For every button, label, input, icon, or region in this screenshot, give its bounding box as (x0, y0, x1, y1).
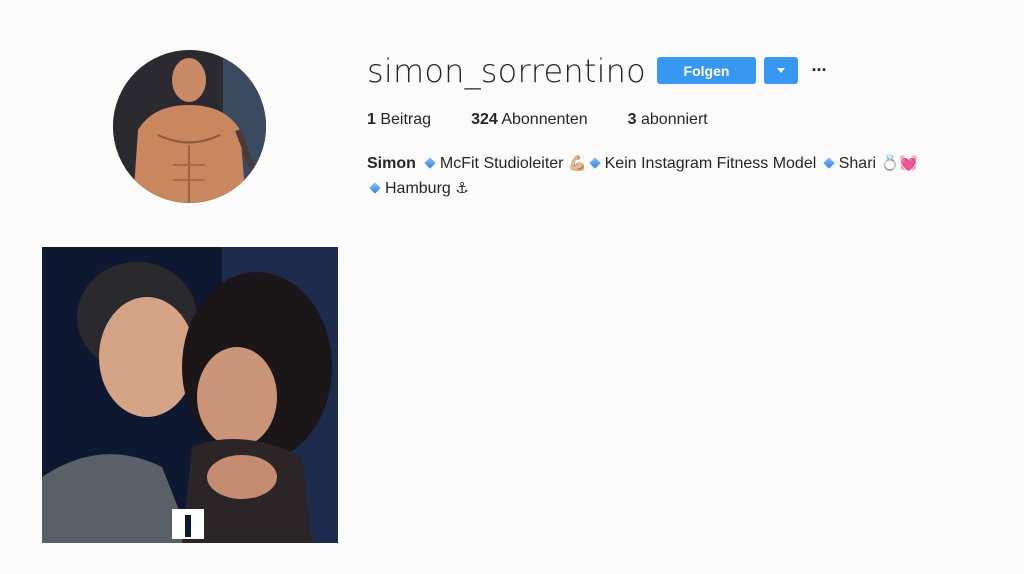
profile-stats: 1 Beitrag 324 Abonnenten 3 abonniert (367, 110, 748, 130)
bio-line-1: Simon McFit Studioleiter 💪🏼 Kein Instagram… (367, 151, 997, 176)
follow-button[interactable]: Folgen (657, 57, 756, 84)
flexed-biceps-icon: 💪🏼 (567, 154, 587, 172)
small-blue-diamond-icon (424, 157, 436, 169)
post-thumbnail[interactable] (42, 247, 338, 543)
bio-location: Hamburg (385, 180, 451, 197)
followers-count-value: 324 (471, 111, 498, 128)
small-blue-diamond-icon (823, 157, 835, 169)
profile-username: simon_sorrentino (367, 52, 646, 90)
more-options-button[interactable]: ··· (809, 58, 829, 82)
bio-text: Shari (838, 155, 877, 172)
small-blue-diamond-icon (369, 182, 381, 194)
posts-count: 1 Beitrag (367, 110, 431, 130)
posts-count-label: Beitrag (380, 111, 432, 128)
followers-link[interactable]: 324 Abonnenten (471, 110, 588, 130)
post-photo (42, 247, 338, 543)
following-count-value: 3 (627, 111, 637, 128)
avatar-photo (113, 50, 266, 203)
profile-bio: Simon McFit Studioleiter 💪🏼 Kein Instagram… (367, 151, 997, 201)
profile-avatar (113, 50, 266, 203)
bio-text: McFit Studioleiter (439, 155, 564, 172)
bio-text: Kein Instagram Fitness Model (604, 155, 817, 172)
anchor-icon: ⚓ (455, 179, 469, 197)
caret-down-icon (777, 68, 785, 73)
followers-count-label: Abonnenten (501, 111, 588, 128)
posts-count-value: 1 (367, 111, 376, 128)
bio-name: Simon (367, 155, 416, 172)
suggestions-dropdown-button[interactable] (764, 57, 798, 84)
small-blue-diamond-icon (588, 157, 601, 169)
bio-line-2: Hamburg ⚓ (367, 176, 997, 201)
following-link[interactable]: 3 abonniert (628, 110, 708, 130)
following-count-label: abonniert (641, 111, 708, 128)
ring-heart-icon: 💍💓 (880, 154, 918, 172)
